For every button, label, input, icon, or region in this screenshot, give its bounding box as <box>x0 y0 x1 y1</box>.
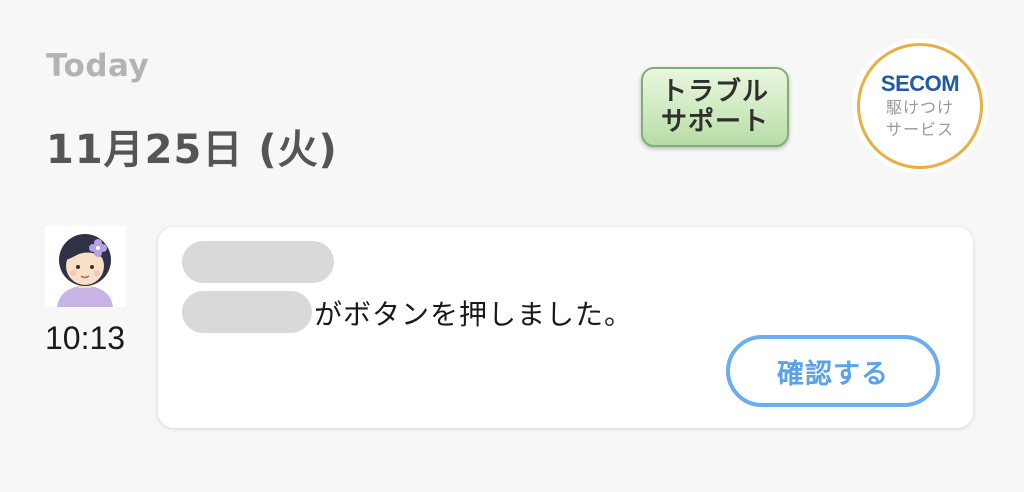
notification-card: がボタンを押しました。 確認する <box>158 227 973 428</box>
secom-rush-service-button[interactable]: SECOM 駆けつけ サービス <box>857 43 983 169</box>
trouble-support-label-line1: トラブル <box>660 77 769 107</box>
child-avatar-icon <box>45 226 126 307</box>
confirm-button[interactable]: 確認する <box>726 335 940 407</box>
today-label: Today <box>46 48 150 84</box>
page-date: 11月25日 (火) <box>46 127 338 173</box>
secom-service-line1: 駆けつけ <box>885 98 954 117</box>
trouble-support-button[interactable]: トラブル サポート <box>641 67 789 147</box>
redacted-name-block <box>182 291 312 333</box>
notification-message: がボタンを押しました。 <box>314 298 634 331</box>
secom-logo: SECOM <box>880 71 960 96</box>
entry-time: 10:13 <box>45 320 126 356</box>
secom-service-line2: サービス <box>885 120 954 139</box>
redacted-name-block <box>182 241 334 283</box>
trouble-support-label-line2: サポート <box>660 107 769 137</box>
